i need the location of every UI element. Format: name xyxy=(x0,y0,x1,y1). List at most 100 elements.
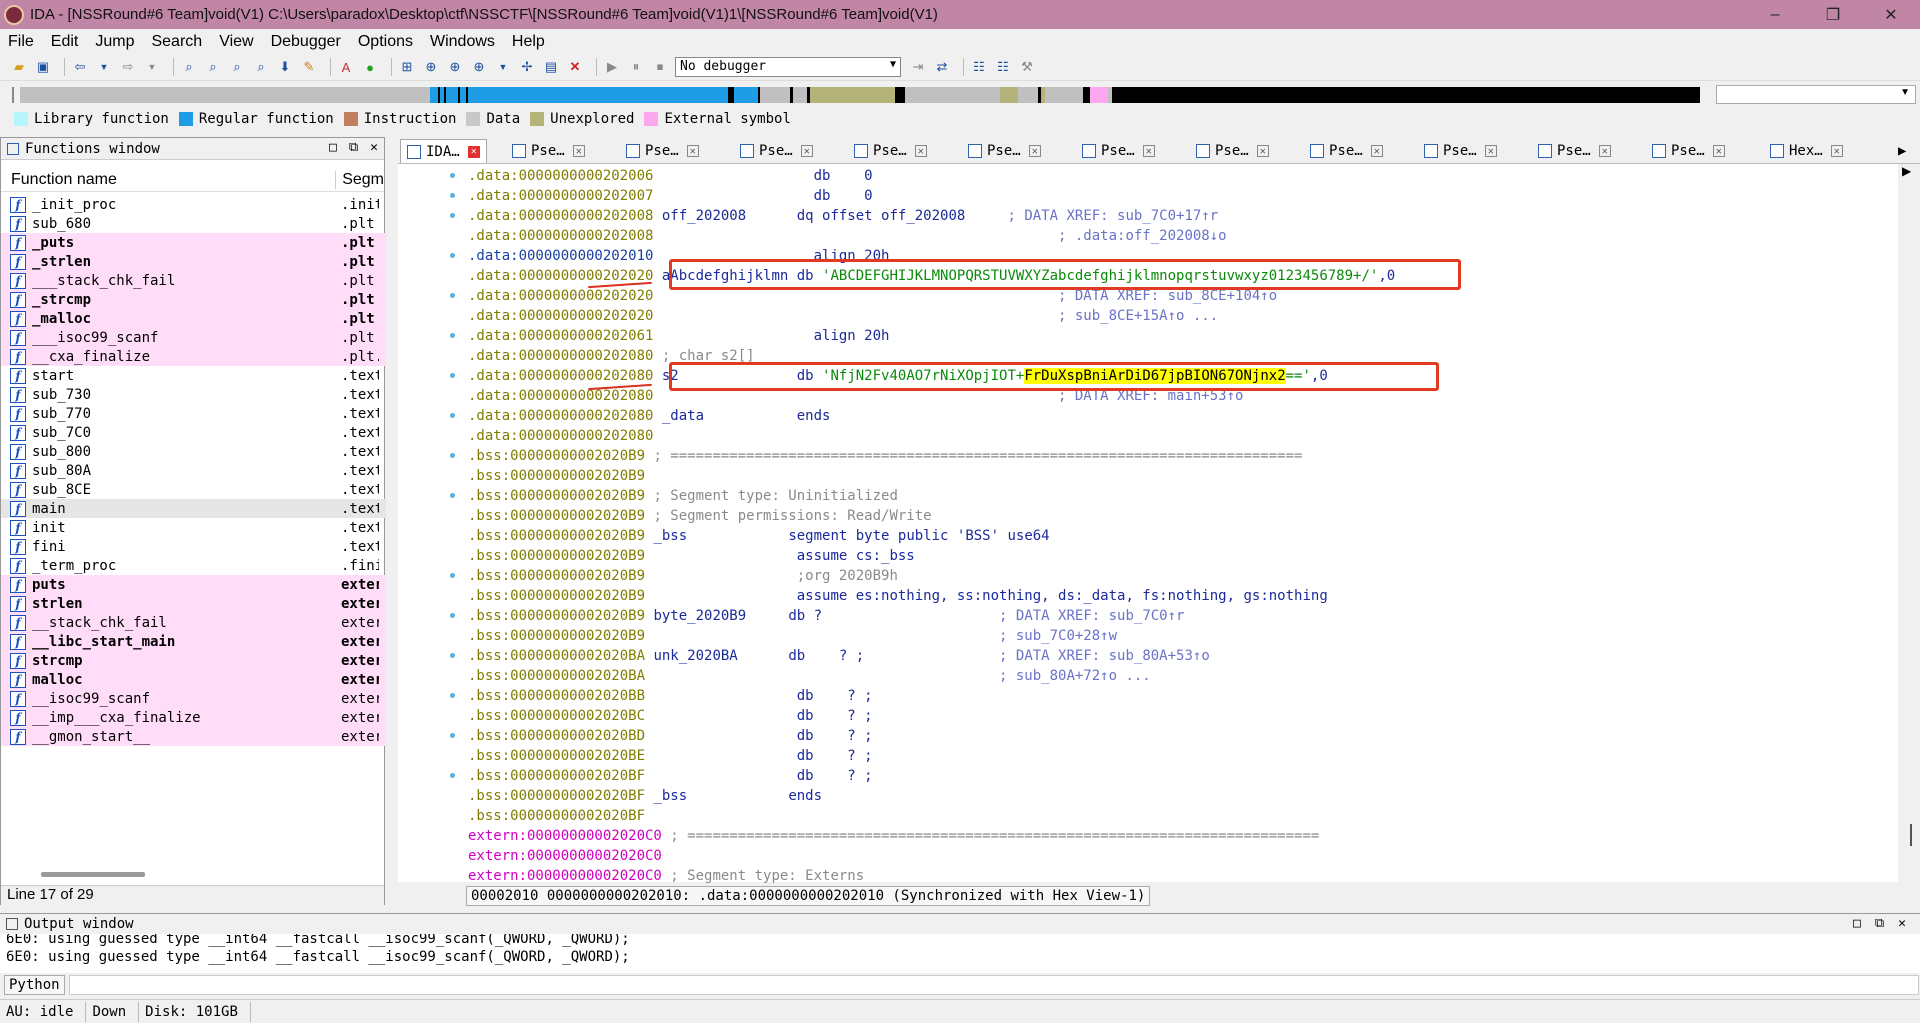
scroll-thumb[interactable] xyxy=(1910,824,1912,846)
stop-icon[interactable]: ⏹ xyxy=(651,58,669,76)
listing-line[interactable]: extern:00000000002020C0 ; Segment type: … xyxy=(468,866,1893,886)
python-button[interactable]: Python xyxy=(4,975,65,995)
listing-line[interactable]: .bss:00000000002020BE db ? ; xyxy=(468,746,1893,766)
function-row[interactable]: f __stack_chk_fail exter xyxy=(1,613,386,632)
tab-pseudocode[interactable]: Pse… ✕ xyxy=(512,139,585,163)
listing-line[interactable]: .bss:00000000002020B9 assume cs:_bss xyxy=(468,546,1893,566)
graph-icon[interactable]: ✢ xyxy=(518,58,536,76)
menu-search[interactable]: Search xyxy=(149,32,204,52)
listing-line[interactable]: .data:0000000000202008 off_202008 dq off… xyxy=(468,206,1893,226)
pause-icon[interactable]: ⏸ xyxy=(627,58,645,76)
add-struct-icon[interactable]: ⊕ xyxy=(446,58,464,76)
listing-line[interactable]: .bss:00000000002020B9 byte_2020B9 db ? ;… xyxy=(468,606,1893,626)
function-row[interactable]: f sub_80A .text xyxy=(1,461,386,480)
function-row[interactable]: f sub_680 .plt xyxy=(1,214,386,233)
back-dropdown-icon[interactable]: ▼ xyxy=(95,58,113,76)
function-row[interactable]: f _strcmp .plt xyxy=(1,290,386,309)
breakpoint-list-icon[interactable]: ☷ xyxy=(970,58,988,76)
green-circle-icon[interactable]: ● xyxy=(361,58,379,76)
function-row[interactable]: f sub_8CE .text xyxy=(1,480,386,499)
save-icon[interactable]: ▣ xyxy=(34,58,52,76)
add-enum-icon[interactable]: ⊕ xyxy=(470,58,488,76)
listing-line[interactable]: .bss:00000000002020B9 ; Segment permissi… xyxy=(468,506,1893,526)
close-icon[interactable]: ✕ xyxy=(1712,145,1725,157)
listing-line[interactable]: .bss:00000000002020BF _bss ends xyxy=(468,786,1893,806)
restore-icon[interactable]: □ xyxy=(1853,916,1861,931)
listing-line[interactable]: .bss:00000000002020B9 ;org 2020B9h xyxy=(468,566,1893,586)
close-button[interactable]: ✕ xyxy=(1862,0,1920,29)
close-icon[interactable]: ✕ xyxy=(686,145,699,157)
listing-line[interactable]: extern:00000000002020C0 ; ==============… xyxy=(468,826,1893,846)
function-row[interactable]: f sub_7C0 .text xyxy=(1,423,386,442)
function-row[interactable]: f malloc exter xyxy=(1,670,386,689)
listing-line[interactable]: .data:0000000000202007 db 0 xyxy=(468,186,1893,206)
tab-pseudocode[interactable]: Pse… ✕ xyxy=(1424,139,1497,163)
listing-line[interactable]: .data:0000000000202008 ; .data:off_20200… xyxy=(468,226,1893,246)
tab-hex-view[interactable]: Hex… ✕ xyxy=(1770,139,1843,163)
function-row[interactable]: f _strlen .plt xyxy=(1,252,386,271)
function-row[interactable]: f _init_proc .init xyxy=(1,195,386,214)
debug-step-icon[interactable]: ⇥ xyxy=(909,58,927,76)
listing-line[interactable]: .bss:00000000002020BA ; sub_80A+72↑o ... xyxy=(468,666,1893,686)
function-row[interactable]: f __imp___cxa_finalize exter xyxy=(1,708,386,727)
run-icon[interactable]: ▶ xyxy=(603,58,621,76)
tab-pseudocode[interactable]: Pse… ✕ xyxy=(968,139,1041,163)
listing-line[interactable]: .bss:00000000002020B9 xyxy=(468,466,1893,486)
create-function-icon[interactable]: ⊞ xyxy=(398,58,416,76)
navigation-bar[interactable] xyxy=(20,87,1700,103)
horizontal-scrollbar[interactable] xyxy=(41,872,145,877)
column-function-name[interactable]: Function name xyxy=(1,171,335,189)
add-segment-icon[interactable]: ⊕ xyxy=(422,58,440,76)
function-row[interactable]: f __cxa_finalize .plt. xyxy=(1,347,386,366)
function-row[interactable]: f ___isoc99_scanf .plt xyxy=(1,328,386,347)
menu-jump[interactable]: Jump xyxy=(93,32,136,52)
function-row[interactable]: f fini .text xyxy=(1,537,386,556)
tools-icon[interactable]: ⚒ xyxy=(1018,58,1036,76)
listing-line[interactable]: .bss:00000000002020BA unk_2020BA db ? ; … xyxy=(468,646,1893,666)
listing-line[interactable]: .data:0000000000202061 align 20h xyxy=(468,326,1893,346)
menu-windows[interactable]: Windows xyxy=(428,32,497,52)
function-row[interactable]: f sub_730 .text xyxy=(1,385,386,404)
close-icon[interactable]: ✕ xyxy=(1830,145,1843,157)
search-text-icon[interactable]: ⌕ xyxy=(204,58,222,76)
tab-pseudocode[interactable]: Pse… ✕ xyxy=(1196,139,1269,163)
scroll-right-icon[interactable]: ▶ xyxy=(1902,164,1911,178)
close-icon[interactable]: ✕ xyxy=(467,145,480,158)
function-row[interactable]: f _malloc .plt xyxy=(1,309,386,328)
menu-edit[interactable]: Edit xyxy=(49,32,81,52)
navigation-band[interactable]: ▼ xyxy=(0,82,1920,106)
function-row[interactable]: f _term_proc .fini xyxy=(1,556,386,575)
function-row[interactable]: f main .text xyxy=(1,499,386,518)
listing-line[interactable]: .bss:00000000002020BF xyxy=(468,806,1893,826)
close-icon[interactable]: ✕ xyxy=(370,140,378,155)
function-row[interactable]: f sub_770 .text xyxy=(1,404,386,423)
function-row[interactable]: f __isoc99_scanf exter xyxy=(1,689,386,708)
download-arrow-icon[interactable]: ⬇ xyxy=(276,58,294,76)
python-input[interactable] xyxy=(68,975,1919,995)
listing-line[interactable]: .bss:00000000002020B9 ; sub_7C0+28↑w xyxy=(468,626,1893,646)
function-row[interactable]: f init .text xyxy=(1,518,386,537)
menu-options[interactable]: Options xyxy=(356,32,415,52)
tab-pseudocode[interactable]: Pse… ✕ xyxy=(854,139,927,163)
function-row[interactable]: f _puts .plt xyxy=(1,233,386,252)
function-row[interactable]: f strcmp exter xyxy=(1,651,386,670)
close-icon[interactable]: ✕ xyxy=(800,145,813,157)
close-icon[interactable]: ✕ xyxy=(572,145,585,157)
tab-pseudocode[interactable]: Pse… ✕ xyxy=(626,139,699,163)
open-folder-icon[interactable]: ▰ xyxy=(10,58,28,76)
patch-icon[interactable]: ✎ xyxy=(300,58,318,76)
listing-line[interactable]: .data:0000000000202006 db 0 xyxy=(468,166,1893,186)
menu-file[interactable]: File xyxy=(6,32,36,52)
float-icon[interactable]: ⧉ xyxy=(1875,916,1884,931)
search-immediate-icon[interactable]: ⌕ xyxy=(252,58,270,76)
search-binary-icon[interactable]: ⌕ xyxy=(180,58,198,76)
close-icon[interactable]: ✕ xyxy=(1370,145,1383,157)
listing-line[interactable]: .data:0000000000202080 _data ends xyxy=(468,406,1893,426)
delete-icon[interactable]: ✕ xyxy=(566,58,584,76)
close-icon[interactable]: ✕ xyxy=(1598,145,1611,157)
menu-view[interactable]: View xyxy=(217,32,255,52)
listing-line[interactable]: .bss:00000000002020BF db ? ; xyxy=(468,766,1893,786)
close-icon[interactable]: ✕ xyxy=(1142,145,1155,157)
back-arrow-icon[interactable]: ⇦ xyxy=(71,58,89,76)
ida-view[interactable]: .data:0000000000202006 db 0 .data:0000000… xyxy=(398,164,1898,884)
